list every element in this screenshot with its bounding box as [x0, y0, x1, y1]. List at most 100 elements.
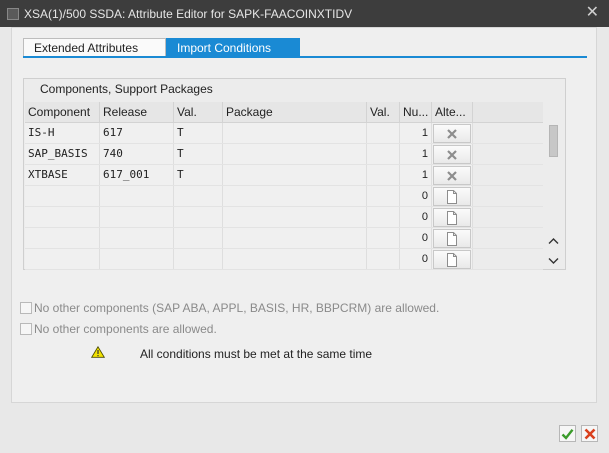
delete-icon: [447, 170, 457, 181]
cell-package[interactable]: [223, 228, 367, 248]
cell-val-package[interactable]: [367, 123, 400, 143]
new-alternative-button[interactable]: [433, 187, 471, 206]
cell-package[interactable]: [223, 123, 367, 143]
new-document-icon: [447, 252, 457, 267]
close-icon[interactable]: ✕: [586, 4, 599, 22]
cell-component[interactable]: [25, 186, 100, 206]
new-document-icon: [447, 210, 457, 225]
cell-component[interactable]: IS-H: [25, 123, 100, 143]
cell-component[interactable]: SAP_BASIS: [25, 144, 100, 164]
cell-release[interactable]: [100, 207, 174, 227]
table-row[interactable]: XTBASE 617_001 T 1: [25, 165, 543, 186]
cell-number: 0: [400, 207, 432, 227]
option-no-other-components: No other components are allowed.: [20, 321, 217, 337]
cell-val-package[interactable]: [367, 165, 400, 185]
cell-val-package[interactable]: [367, 249, 400, 269]
no-other-components-checkbox[interactable]: [20, 323, 32, 335]
cell-alternatives: [432, 207, 473, 227]
cell-val[interactable]: [174, 186, 223, 206]
cell-number: 0: [400, 186, 432, 206]
cell-alternatives: [432, 123, 473, 143]
cell-val-package[interactable]: [367, 207, 400, 227]
col-release[interactable]: Release: [100, 102, 174, 122]
cell-package[interactable]: [223, 144, 367, 164]
tab-extended-attributes[interactable]: Extended Attributes: [23, 38, 166, 57]
cell-val-package[interactable]: [367, 228, 400, 248]
cell-alternatives: [432, 228, 473, 248]
col-val[interactable]: Val.: [174, 102, 223, 122]
cell-alternatives: [432, 186, 473, 206]
new-alternative-button[interactable]: [433, 250, 471, 269]
cell-component[interactable]: XTBASE: [25, 165, 100, 185]
table-row[interactable]: 0: [25, 249, 543, 270]
cell-val[interactable]: T: [174, 144, 223, 164]
table-row[interactable]: 0: [25, 228, 543, 249]
ok-button[interactable]: [559, 425, 576, 442]
delete-icon: [447, 128, 457, 139]
window-title: XSA(1)/500 SSDA: Attribute Editor for SA…: [24, 6, 353, 21]
cell-number: 0: [400, 249, 432, 269]
table-scrollbar[interactable]: [545, 123, 563, 269]
no-other-components-label: No other components are allowed.: [34, 322, 217, 336]
delete-alternative-button[interactable]: [433, 145, 471, 164]
cell-number: 1: [400, 144, 432, 164]
cancel-button[interactable]: [581, 425, 598, 442]
new-document-icon: [447, 189, 457, 204]
new-alternative-button[interactable]: [433, 208, 471, 227]
new-document-icon: [447, 231, 457, 246]
scroll-down-icon[interactable]: [548, 257, 559, 265]
cell-release[interactable]: 617_001: [100, 165, 174, 185]
cell-number: 1: [400, 165, 432, 185]
table-row[interactable]: 0: [25, 186, 543, 207]
cell-release[interactable]: [100, 249, 174, 269]
components-table: Component Release Val. Package Val. Nu..…: [25, 102, 543, 270]
conditions-notice: All conditions must be met at the same t…: [140, 347, 373, 361]
no-other-sap-components-checkbox[interactable]: [20, 302, 32, 314]
delete-alternative-button[interactable]: [433, 166, 471, 185]
cell-val[interactable]: [174, 207, 223, 227]
cell-val[interactable]: T: [174, 123, 223, 143]
cell-val-package[interactable]: [367, 186, 400, 206]
cell-alternatives: [432, 165, 473, 185]
components-panel: Components, Support Packages Component R…: [23, 78, 566, 270]
option-no-other-sap-components: No other components (SAP ABA, APPL, BASI…: [20, 300, 439, 316]
new-alternative-button[interactable]: [433, 229, 471, 248]
scroll-up-icon[interactable]: [548, 237, 559, 245]
cell-val[interactable]: [174, 249, 223, 269]
col-number[interactable]: Nu...: [400, 102, 432, 122]
table-row[interactable]: 0: [25, 207, 543, 228]
cancel-icon: [584, 428, 595, 439]
table-header: Component Release Val. Package Val. Nu..…: [25, 102, 543, 123]
cell-package[interactable]: [223, 186, 367, 206]
cell-val[interactable]: [174, 228, 223, 248]
tab-import-conditions[interactable]: Import Conditions: [166, 38, 300, 57]
app-icon: [7, 7, 19, 20]
cell-number: 0: [400, 228, 432, 248]
cell-component[interactable]: [25, 249, 100, 269]
cell-release[interactable]: 617: [100, 123, 174, 143]
cell-number: 1: [400, 123, 432, 143]
table-row[interactable]: IS-H 617 T 1: [25, 123, 543, 144]
delete-icon: [447, 149, 457, 160]
cell-package[interactable]: [223, 165, 367, 185]
scrollbar-thumb[interactable]: [549, 125, 558, 157]
checkmark-icon: [561, 428, 574, 440]
col-val-package[interactable]: Val.: [367, 102, 400, 122]
cell-release[interactable]: [100, 186, 174, 206]
cell-val[interactable]: T: [174, 165, 223, 185]
cell-val-package[interactable]: [367, 144, 400, 164]
cell-package[interactable]: [223, 249, 367, 269]
delete-alternative-button[interactable]: [433, 124, 471, 143]
table-row[interactable]: SAP_BASIS 740 T 1: [25, 144, 543, 165]
cell-package[interactable]: [223, 207, 367, 227]
warning-icon: [91, 346, 105, 358]
cell-release[interactable]: 740: [100, 144, 174, 164]
cell-component[interactable]: [25, 207, 100, 227]
cell-alternatives: [432, 144, 473, 164]
cell-component[interactable]: [25, 228, 100, 248]
col-component[interactable]: Component: [25, 102, 100, 122]
col-package[interactable]: Package: [223, 102, 367, 122]
cell-release[interactable]: [100, 228, 174, 248]
panel-title: Components, Support Packages: [40, 82, 213, 96]
col-alternatives[interactable]: Alte...: [432, 102, 473, 122]
